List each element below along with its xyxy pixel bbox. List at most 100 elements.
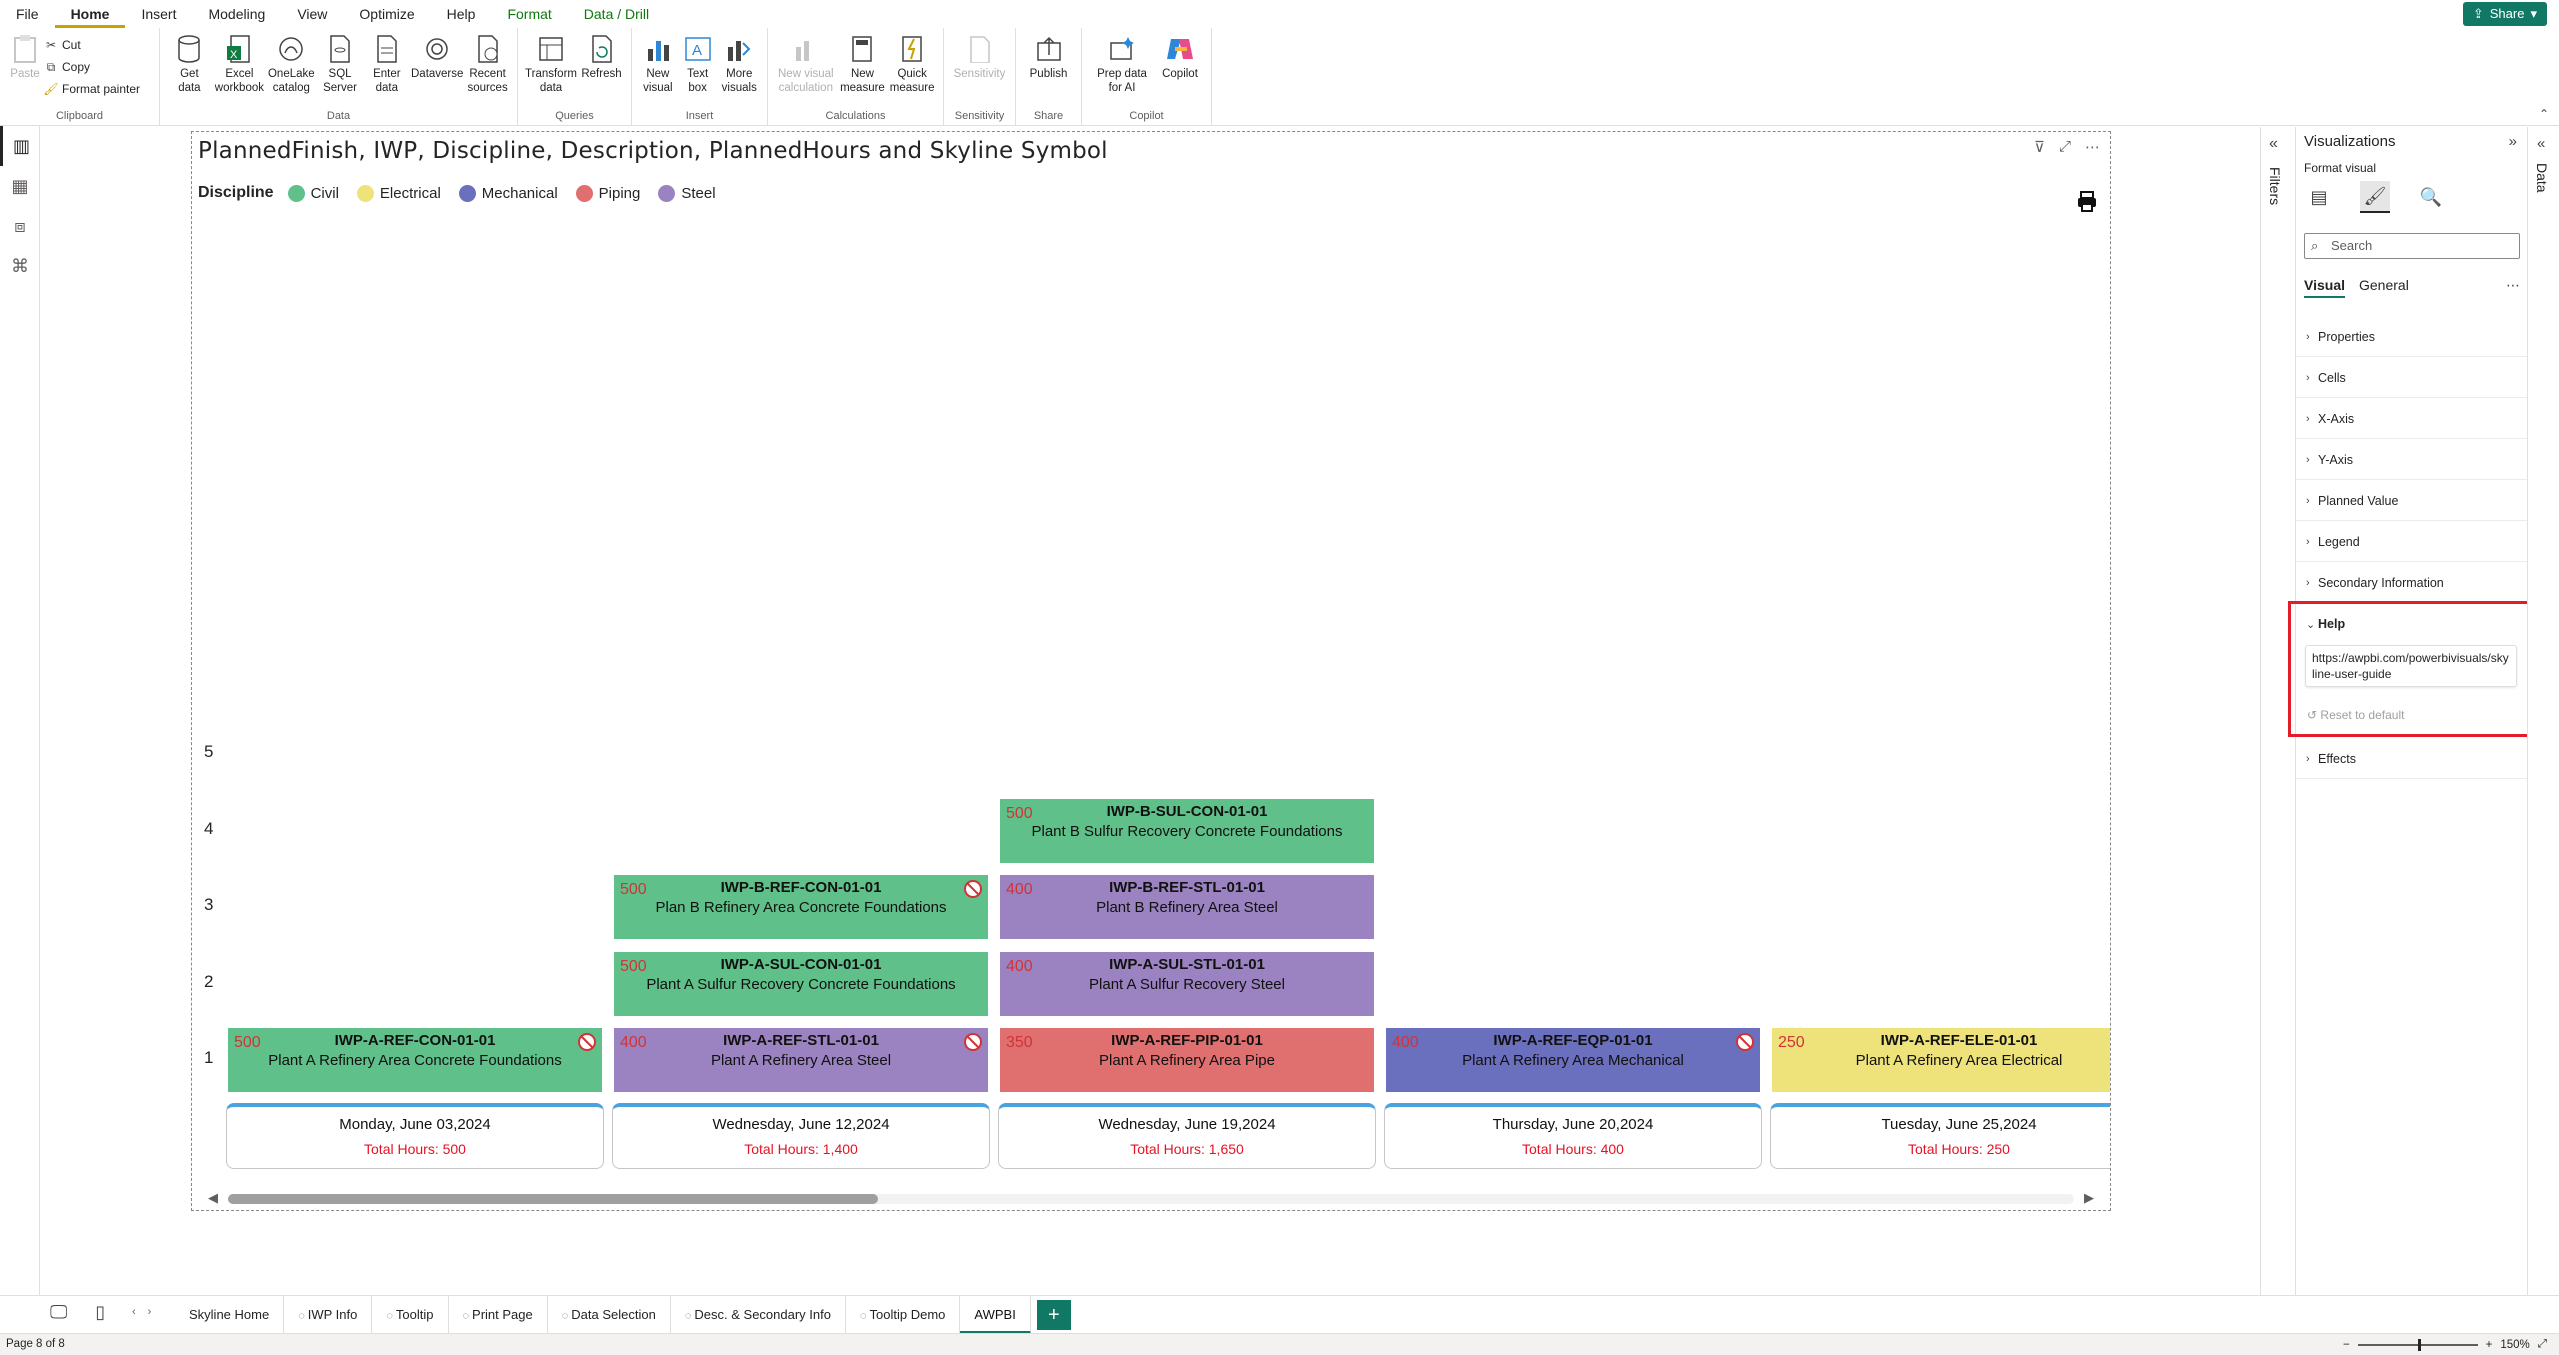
date-card[interactable]: Monday, June 03,2024 Total Hours: 500 xyxy=(226,1103,604,1169)
date-card[interactable]: Wednesday, June 12,2024 Total Hours: 1,40… xyxy=(612,1103,990,1169)
card-legend[interactable]: › Legend xyxy=(2296,522,2528,562)
next-page-icon[interactable]: › xyxy=(148,1306,152,1318)
tab-visual[interactable]: Visual xyxy=(2304,277,2345,298)
new-visual-calculation-button[interactable]: New visual calculation xyxy=(776,34,836,95)
report-view-icon[interactable]: ▥ xyxy=(0,126,40,166)
sql-server-button[interactable]: SQL Server xyxy=(319,34,362,95)
print-icon[interactable] xyxy=(2076,190,2098,218)
expand-filters-icon[interactable]: « xyxy=(2269,135,2278,153)
page-tab[interactable]: ◌ Desc. & Secondary Info xyxy=(671,1296,846,1334)
iwp-block[interactable]: 500 IWP-A-REF-CON-01-01 Plant A Refinery A… xyxy=(228,1028,602,1092)
iwp-block[interactable]: 400 IWP-A-REF-STL-01-01 Plant A Refinery A… xyxy=(614,1028,988,1092)
collapse-pane-icon[interactable]: » xyxy=(2509,133,2517,150)
date-card[interactable]: Thursday, June 20,2024 Total Hours: 400 xyxy=(1384,1103,1762,1169)
copy-button[interactable]: ⧉ Copy xyxy=(44,58,140,76)
prev-page-icon[interactable]: ‹ xyxy=(132,1306,136,1318)
iwp-block[interactable]: 500 IWP-A-SUL-CON-01-01 Plant A Sulfur Rec… xyxy=(614,951,988,1016)
skyline-visual[interactable]: PlannedFinish, IWP, Discipline, Descript… xyxy=(191,131,2111,1211)
menu-optimize[interactable]: Optimize xyxy=(343,0,430,28)
transform-data-button[interactable]: Transform data xyxy=(525,34,577,95)
paste-button[interactable]: Paste xyxy=(8,34,42,81)
menu-modeling[interactable]: Modeling xyxy=(192,0,281,28)
more-options-icon[interactable]: ⋯ xyxy=(2085,138,2100,156)
iwp-block[interactable]: 500 IWP-B-SUL-CON-01-01 Plant B Sulfur Rec… xyxy=(1000,798,1374,863)
more-visuals-button[interactable]: More visuals xyxy=(720,34,760,95)
page-tab[interactable]: AWPBI xyxy=(960,1296,1031,1334)
get-data-button[interactable]: Get data xyxy=(168,34,211,95)
iwp-block[interactable]: 350 IWP-A-REF-PIP-01-01 Plant A Refinery A… xyxy=(1000,1028,1374,1092)
legend-entry-steel[interactable]: Steel xyxy=(658,184,716,202)
new-measure-button[interactable]: New measure xyxy=(840,34,886,95)
scroll-right-icon[interactable]: ▶ xyxy=(2084,1190,2094,1206)
more-options-icon[interactable]: ⋯ xyxy=(2506,277,2520,298)
fit-to-page-icon[interactable]: ⤢ xyxy=(2538,1338,2547,1351)
format-visual-icon[interactable]: 🖌 xyxy=(2360,181,2390,213)
prep-data-for-ai-button[interactable]: Prep data for AI xyxy=(1090,34,1154,95)
iwp-block[interactable]: 250 IWP-A-REF-ELE-01-01 Plant A Refinery A… xyxy=(1772,1028,2110,1092)
page-tab[interactable]: ◌ Tooltip Demo xyxy=(846,1296,961,1334)
legend-entry-mechanical[interactable]: Mechanical xyxy=(458,184,558,202)
iwp-block[interactable]: 400 IWP-B-REF-STL-01-01 Plant B Refinery A… xyxy=(1000,875,1374,939)
analytics-icon[interactable]: 🔍 xyxy=(2416,181,2446,213)
quick-measure-button[interactable]: Quick measure xyxy=(889,34,935,95)
ribbon-collapse-icon[interactable]: ⌃ xyxy=(2539,107,2549,121)
menu-file[interactable]: File xyxy=(0,0,55,28)
dataverse-button[interactable]: Dataverse xyxy=(411,34,463,81)
legend-entry-piping[interactable]: Piping xyxy=(575,184,640,202)
menu-format[interactable]: Format xyxy=(491,0,567,28)
help-url-field[interactable]: https://awpbi.com/powerbivisuals/skyline… xyxy=(2305,645,2517,687)
copilot-button[interactable]: Copilot xyxy=(1158,34,1202,81)
expand-data-icon[interactable]: « xyxy=(2537,135,2545,152)
filter-icon[interactable]: ⊽ xyxy=(2034,138,2045,156)
scroll-left-icon[interactable]: ◀ xyxy=(208,1190,218,1206)
sensitivity-button[interactable]: Sensitivity xyxy=(952,34,1007,81)
mobile-layout-icon[interactable]: ▯ xyxy=(95,1302,105,1323)
legend-entry-electrical[interactable]: Electrical xyxy=(356,184,441,202)
scrollbar-thumb[interactable] xyxy=(228,1194,878,1204)
card-cells[interactable]: › Cells xyxy=(2296,358,2528,398)
iwp-block[interactable]: 400 IWP-A-SUL-STL-01-01 Plant A Sulfur Rec… xyxy=(1000,951,1374,1016)
zoom-in-icon[interactable]: + xyxy=(2486,1339,2493,1351)
enter-data-button[interactable]: Enter data xyxy=(365,34,408,95)
data-pane[interactable]: « Data xyxy=(2527,127,2559,1295)
iwp-block[interactable]: 500 IWP-B-REF-CON-01-01 Plan B Refinery Ar… xyxy=(614,875,988,939)
page-tab[interactable]: ◌ IWP Info xyxy=(284,1296,373,1334)
iwp-block[interactable]: 400 IWP-A-REF-EQP-01-01 Plant A Refinery A… xyxy=(1386,1028,1760,1092)
excel-workbook-button[interactable]: X Excel workbook xyxy=(215,34,264,95)
text-box-button[interactable]: A Text box xyxy=(680,34,716,95)
card-effects[interactable]: › Effects xyxy=(2296,739,2528,779)
dax-query-view-icon[interactable]: ⌘ xyxy=(0,246,40,286)
page-tab[interactable]: Skyline Home xyxy=(175,1296,285,1334)
search-input[interactable]: ⌕ Search xyxy=(2304,233,2520,259)
card-properties[interactable]: › Properties xyxy=(2296,317,2528,357)
card-y-axis[interactable]: › Y-Axis xyxy=(2296,440,2528,480)
menu-view[interactable]: View xyxy=(281,0,343,28)
menu-insert[interactable]: Insert xyxy=(125,0,192,28)
focus-mode-icon[interactable]: ⤢ xyxy=(2059,138,2071,156)
share-button[interactable]: ⇪ Share ▾ xyxy=(2462,2,2547,26)
legend-entry-civil[interactable]: Civil xyxy=(287,184,339,202)
desktop-layout-icon[interactable]: 🖵 xyxy=(50,1302,67,1323)
zoom-out-icon[interactable]: − xyxy=(2343,1339,2350,1351)
card-planned-value[interactable]: › Planned Value xyxy=(2296,481,2528,521)
refresh-button[interactable]: Refresh xyxy=(580,34,623,81)
tab-general[interactable]: General xyxy=(2359,277,2409,298)
page-tab[interactable]: ◌ Print Page xyxy=(449,1296,548,1334)
menu-data-drill[interactable]: Data / Drill xyxy=(568,0,665,28)
table-view-icon[interactable]: ▦ xyxy=(0,166,40,206)
menu-home[interactable]: Home xyxy=(54,0,126,28)
card-help[interactable]: ⌄ Help xyxy=(2296,604,2532,644)
onelake-catalog-button[interactable]: OneLake catalog xyxy=(268,34,315,95)
date-card[interactable]: Tuesday, June 25,2024 Total Hours: 250 xyxy=(1770,1103,2110,1169)
new-visual-button[interactable]: New visual xyxy=(640,34,676,95)
add-page-button[interactable]: + xyxy=(1036,1300,1071,1330)
card-x-axis[interactable]: › X-Axis xyxy=(2296,399,2528,439)
page-tab[interactable]: ◌ Tooltip xyxy=(372,1296,449,1334)
date-card[interactable]: Wednesday, June 19,2024 Total Hours: 1,65… xyxy=(998,1103,1376,1169)
recent-sources-button[interactable]: Recent sources xyxy=(466,34,509,95)
reset-to-default-link[interactable]: ↺ Reset to default xyxy=(2307,708,2404,722)
horizontal-scrollbar[interactable]: ◀ ▶ xyxy=(206,1190,2096,1206)
menu-help[interactable]: Help xyxy=(431,0,492,28)
model-view-icon[interactable]: ⧈ xyxy=(0,206,40,246)
page-tab[interactable]: ◌ Data Selection xyxy=(548,1296,671,1334)
